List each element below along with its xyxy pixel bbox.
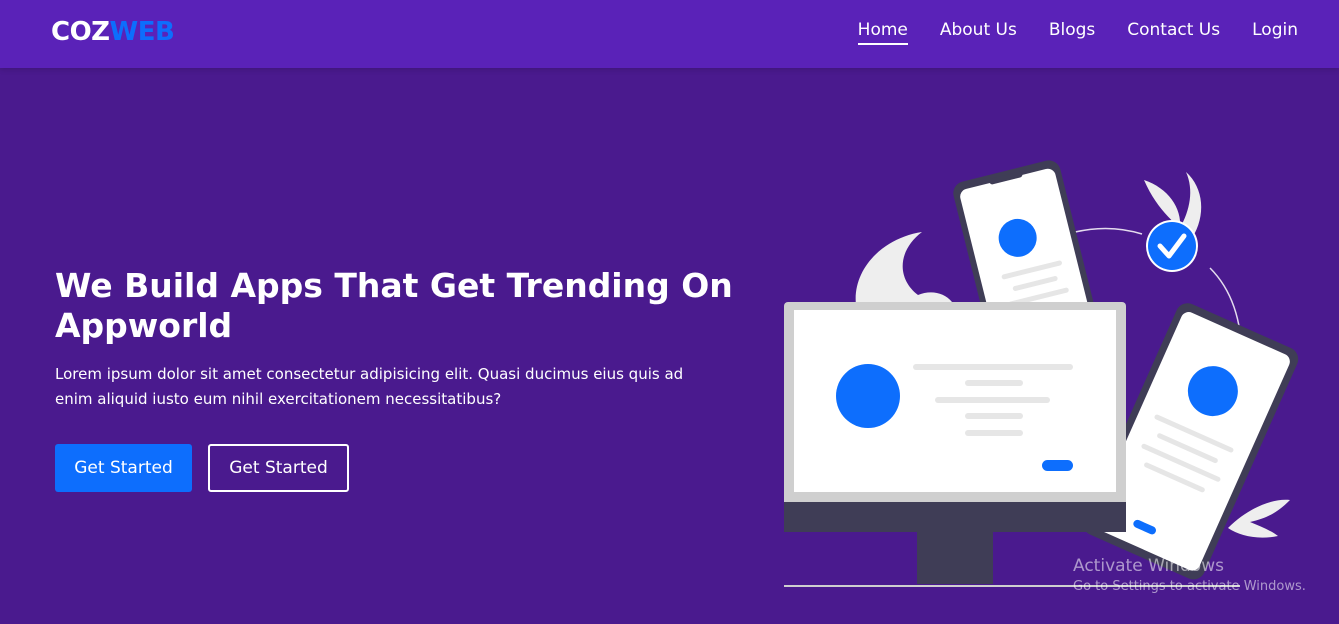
hero-illustration [784,160,1299,587]
leaf-bottom-right-icon [1228,499,1290,538]
brand-logo-part2: WEB [109,17,175,47]
watermark-subtitle: Go to Settings to activate Windows. [1073,579,1306,594]
monitor-icon [784,302,1126,584]
watermark-title: Activate Windows [1073,556,1224,576]
leaf-left-icon [855,232,952,305]
brand-logo[interactable]: COZWEB [51,16,175,48]
nav-contact-link[interactable]: Contact Us [1127,19,1220,45]
get-started-outline-button[interactable]: Get Started [208,444,349,492]
nav-home-link[interactable]: Home [857,19,908,45]
activate-windows-watermark: Activate Windows Go to Settings to activ… [1073,556,1306,598]
navbar: COZWEB Home About Us Blogs Contact Us Lo… [0,0,1339,68]
check-circle-icon [1146,220,1198,272]
nav-about-link[interactable]: About Us [940,19,1017,45]
brand-logo-part1: COZ [51,17,110,47]
nav-blogs-link[interactable]: Blogs [1049,19,1095,45]
hero-title: We Build Apps That Get Trending On Appwo… [55,266,733,345]
nav-login-link[interactable]: Login [1252,19,1298,45]
get-started-button[interactable]: Get Started [55,444,192,492]
nav-links: Home About Us Blogs Contact Us Login [826,19,1298,45]
hero-description: Lorem ipsum dolor sit amet consectetur a… [55,365,684,408]
